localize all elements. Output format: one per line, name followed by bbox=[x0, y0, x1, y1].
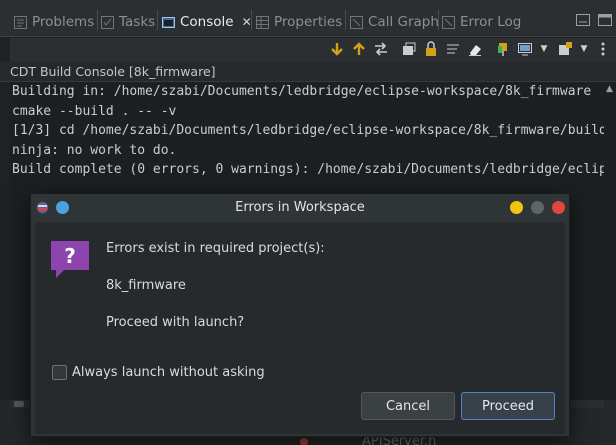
proceed-button[interactable]: Proceed bbox=[461, 392, 555, 420]
always-launch-checkbox[interactable] bbox=[52, 365, 67, 380]
tab-console[interactable]: Console ✕ bbox=[162, 8, 252, 36]
view-tab-bar: Problems Tasks Console ✕ Properties Call… bbox=[0, 0, 616, 37]
question-icon: ? bbox=[50, 240, 90, 280]
always-launch-label[interactable]: Always launch without asking bbox=[72, 365, 265, 380]
clear-console-icon[interactable] bbox=[466, 40, 484, 58]
display-console-icon[interactable] bbox=[516, 40, 534, 58]
errors-dialog: Errors in Workspace ? Errors exist in re… bbox=[30, 193, 570, 437]
question-glyph: ? bbox=[64, 244, 76, 268]
swap-icon[interactable] bbox=[372, 40, 390, 58]
word-wrap-icon[interactable] bbox=[444, 40, 462, 58]
error-marker-icon bbox=[300, 438, 308, 445]
console-line: Build complete (0 errors, 0 warnings): /… bbox=[12, 162, 604, 177]
project-name: 8k_firmware bbox=[106, 278, 186, 293]
launch-question: Proceed with launch? bbox=[106, 315, 245, 330]
copy-icon[interactable] bbox=[400, 40, 418, 58]
scroll-down-icon[interactable] bbox=[328, 40, 346, 58]
problems-icon bbox=[14, 15, 27, 29]
chevron-down-icon[interactable]: ▼ bbox=[535, 40, 553, 58]
tab-label: Problems bbox=[32, 14, 95, 30]
tab-call-graph[interactable]: Call Graph bbox=[350, 8, 439, 36]
tab-label: Properties bbox=[274, 14, 343, 30]
view-menu-icon[interactable] bbox=[594, 40, 612, 58]
scrollbar-thumb[interactable] bbox=[14, 401, 24, 407]
chevron-down-icon[interactable]: ▼ bbox=[575, 40, 593, 58]
dialog-body: ? Errors exist in required project(s): 8… bbox=[35, 222, 565, 434]
console-title: CDT Build Console [8k_firmware] bbox=[0, 62, 616, 82]
minimize-view-icon[interactable] bbox=[576, 14, 590, 30]
chevron-up-icon[interactable]: ▲ bbox=[606, 84, 613, 94]
console-line: Building in: /home/szabi/Documents/ledbr… bbox=[12, 84, 592, 99]
console-line: [1/3] cd /home/szabi/Documents/ledbridge… bbox=[12, 123, 604, 138]
pin-console-icon[interactable] bbox=[494, 40, 512, 58]
new-console-icon[interactable] bbox=[556, 40, 574, 58]
tab-label: Tasks bbox=[119, 14, 156, 30]
tab-tasks[interactable]: Tasks bbox=[101, 8, 155, 36]
cancel-button[interactable]: Cancel bbox=[361, 392, 455, 420]
tab-properties[interactable]: Properties bbox=[256, 8, 342, 36]
maximize-icon[interactable] bbox=[531, 201, 544, 214]
lock-icon[interactable] bbox=[422, 40, 440, 58]
close-icon[interactable] bbox=[552, 201, 565, 214]
console-toolbar: ▼ ▼ bbox=[10, 38, 616, 62]
tab-label: Call Graph bbox=[368, 14, 439, 30]
console-line: cmake --build . -- -v bbox=[12, 103, 177, 119]
tab-error-log[interactable]: Error Log bbox=[442, 8, 521, 36]
error-log-icon bbox=[442, 15, 455, 29]
console-line: ninja: no work to do. bbox=[12, 142, 177, 158]
tab-label: Console bbox=[180, 14, 234, 30]
minimize-icon[interactable] bbox=[510, 201, 523, 214]
error-message: Errors exist in required project(s): bbox=[106, 241, 325, 256]
tab-problems[interactable]: Problems bbox=[14, 8, 94, 36]
tab-label: Error Log bbox=[460, 14, 522, 30]
dialog-title: Errors in Workspace bbox=[235, 200, 365, 215]
vertical-scrollbar[interactable]: ▲ bbox=[604, 82, 616, 400]
maximize-view-icon[interactable] bbox=[598, 14, 612, 30]
call-graph-icon bbox=[350, 15, 363, 29]
properties-icon bbox=[256, 15, 269, 29]
console-icon bbox=[162, 16, 175, 29]
scroll-up-icon[interactable] bbox=[350, 40, 368, 58]
tasks-icon bbox=[101, 15, 114, 29]
dialog-titlebar[interactable]: Errors in Workspace bbox=[31, 194, 569, 222]
